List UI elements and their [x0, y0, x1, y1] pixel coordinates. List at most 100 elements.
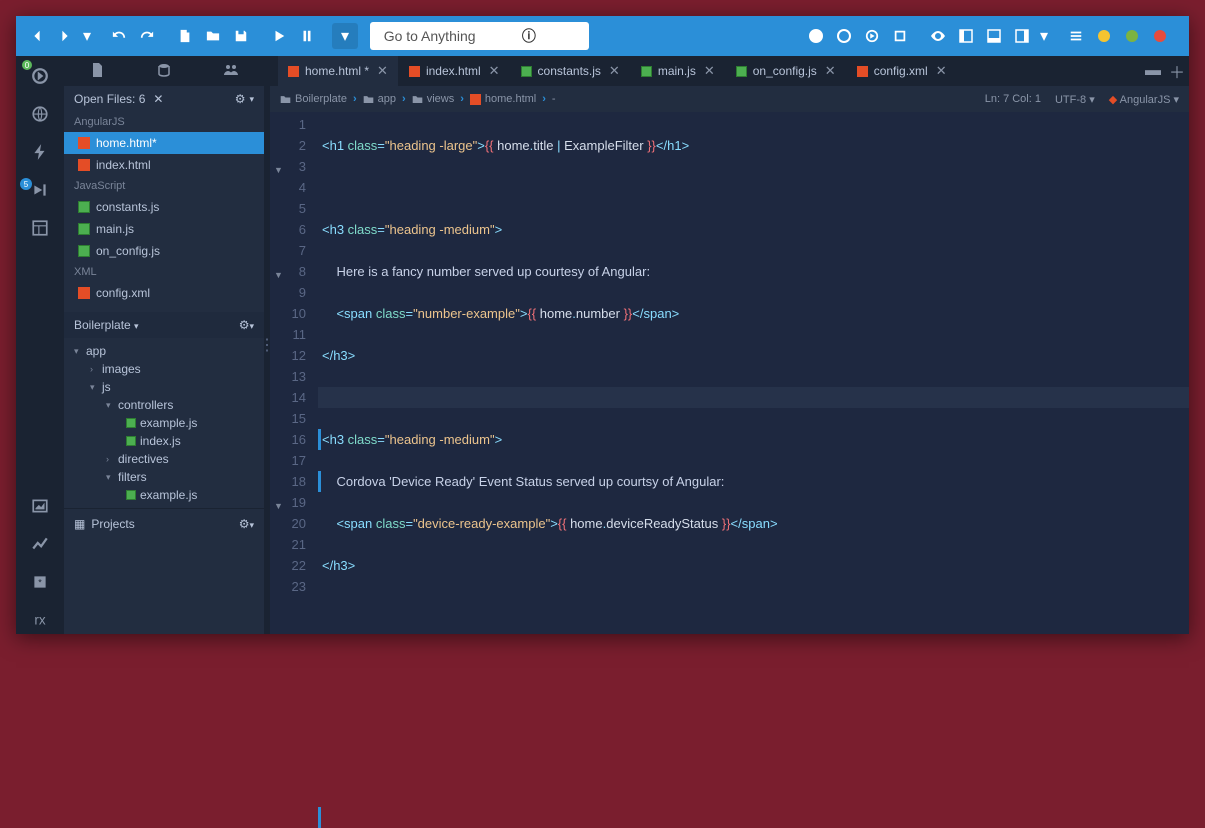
record-pause-button[interactable] [831, 23, 857, 49]
nav-forward-button[interactable] [52, 23, 78, 49]
activity-regex-icon[interactable]: rx [24, 606, 56, 634]
code-editor[interactable]: 12 ▼3 4567 ▼8 9101112 131415161718 ▼19 2… [270, 112, 1189, 634]
run-dropdown-button[interactable]: ▾ [332, 23, 358, 49]
activity-debug-icon[interactable] [24, 176, 56, 204]
category-angular: AngularJS [64, 112, 264, 132]
project-tree-header[interactable]: Boilerplate ▾ ⚙▾ [64, 312, 264, 338]
category-xml: XML [64, 262, 264, 282]
play-button[interactable] [266, 23, 292, 49]
tree-folder-images[interactable]: ›images [64, 360, 264, 378]
activity-notifications-icon[interactable] [24, 62, 56, 90]
sidebar: Open Files: 6 ✕ ⚙▾ AngularJS home.html* … [64, 56, 264, 634]
crumb-views[interactable]: views [412, 93, 455, 105]
tree-folder-controllers[interactable]: ▾controllers [64, 396, 264, 414]
tab-config[interactable]: config.xml✕ [847, 56, 958, 86]
focus-mode-button[interactable] [925, 23, 951, 49]
menu-button[interactable] [1063, 23, 1089, 49]
activity-globe-icon[interactable] [24, 100, 56, 128]
sidebar-view-switcher [64, 56, 264, 86]
tree-file-example[interactable]: example.js [64, 414, 264, 432]
svg-text:*: * [38, 577, 42, 587]
close-icon[interactable]: ✕ [609, 63, 620, 79]
close-icon[interactable]: ✕ [825, 63, 836, 79]
crumb-file[interactable]: home.html [470, 93, 536, 105]
breadcrumb-bar: Boilerplate› app› views› home.html› - Ln… [270, 86, 1189, 112]
category-js: JavaScript [64, 176, 264, 196]
open-file-button[interactable] [200, 23, 226, 49]
file-item-config[interactable]: config.xml [64, 282, 264, 304]
gear-icon[interactable]: ⚙▾ [239, 318, 254, 332]
record-play-button[interactable] [859, 23, 885, 49]
status-position[interactable]: Ln: 7 Col: 1 [985, 93, 1041, 105]
save-button[interactable] [228, 23, 254, 49]
crumb-root[interactable]: Boilerplate [280, 93, 347, 105]
file-item-home[interactable]: home.html* [64, 132, 264, 154]
minimize-button[interactable] [1091, 23, 1117, 49]
ide-window: ▾ ▾ Go to Anything ⓘ [16, 16, 1189, 634]
bottom-pane-button[interactable] [981, 23, 1007, 49]
activity-chart-icon[interactable] [24, 530, 56, 558]
tree-folder-filters[interactable]: ▾filters [64, 468, 264, 486]
tab-list-button[interactable]: ▬ [1141, 56, 1165, 86]
activity-image-icon[interactable] [24, 492, 56, 520]
activity-layout-icon[interactable] [24, 214, 56, 242]
tree-file-indexjs[interactable]: index.js [64, 432, 264, 450]
tab-main[interactable]: main.js✕ [631, 56, 726, 86]
line-gutter: 12 ▼3 4567 ▼8 9101112 131415161718 ▼19 2… [270, 112, 318, 634]
crumb-app[interactable]: app [363, 93, 396, 105]
file-item-main[interactable]: main.js [64, 218, 264, 240]
record-macro-button[interactable] [803, 23, 829, 49]
undo-button[interactable] [106, 23, 132, 49]
editor-tabs: home.html *✕ index.html✕ constants.js✕ m… [270, 56, 1189, 86]
status-encoding[interactable]: UTF-8 ▾ [1055, 93, 1095, 106]
gear-icon[interactable]: ⚙▾ [239, 517, 254, 531]
code-content[interactable]: <h1 class="heading -large">{{ home.title… [318, 112, 1189, 634]
new-file-button[interactable] [172, 23, 198, 49]
sidebar-people-icon[interactable] [223, 62, 239, 81]
file-item-onconfig[interactable]: on_config.js [64, 240, 264, 262]
tree-file-example2[interactable]: example.js [64, 486, 264, 504]
close-icon[interactable]: ✕ [377, 63, 388, 79]
left-pane-button[interactable] [953, 23, 979, 49]
sidebar-db-icon[interactable] [156, 62, 172, 81]
pane-dropdown-button[interactable]: ▾ [1037, 23, 1051, 49]
close-icon[interactable]: ✕ [153, 92, 163, 106]
gear-icon[interactable]: ⚙ [235, 92, 246, 106]
activity-snippet-icon[interactable]: * [24, 568, 56, 596]
tree-folder-app[interactable]: ▾app [64, 342, 264, 360]
goto-anything-input[interactable]: Go to Anything ⓘ [370, 22, 589, 50]
activity-bar: * rx [16, 56, 64, 634]
nav-dropdown-button[interactable]: ▾ [80, 23, 94, 49]
tab-index[interactable]: index.html✕ [399, 56, 511, 86]
activity-bolt-icon[interactable] [24, 138, 56, 166]
file-item-constants[interactable]: constants.js [64, 196, 264, 218]
projects-footer[interactable]: ▦Projects ⚙▾ [64, 508, 264, 539]
tab-home[interactable]: home.html *✕ [278, 56, 399, 86]
tree-folder-js[interactable]: ▾js [64, 378, 264, 396]
tab-onconfig[interactable]: on_config.js✕ [726, 56, 847, 86]
close-icon[interactable]: ✕ [489, 63, 500, 79]
sidebar-files-icon[interactable] [89, 62, 105, 81]
crumb-symbol[interactable]: - [552, 93, 556, 105]
editor-area: home.html *✕ index.html✕ constants.js✕ m… [270, 56, 1189, 634]
project-tree: ▾app ›images ▾js ▾controllers example.js… [64, 338, 264, 508]
close-window-button[interactable] [1147, 23, 1173, 49]
open-files-header[interactable]: Open Files: 6 ✕ ⚙▾ [64, 86, 264, 112]
tree-folder-directives[interactable]: ›directives [64, 450, 264, 468]
file-item-index[interactable]: index.html [64, 154, 264, 176]
close-icon[interactable]: ✕ [704, 63, 715, 79]
svg-text:rx: rx [34, 613, 45, 628]
new-tab-button[interactable]: ＋ [1165, 56, 1189, 86]
main-toolbar: ▾ ▾ Go to Anything ⓘ [16, 16, 1189, 56]
maximize-button[interactable] [1119, 23, 1145, 49]
close-icon[interactable]: ✕ [936, 63, 947, 79]
pause-button[interactable] [294, 23, 320, 49]
right-pane-button[interactable] [1009, 23, 1035, 49]
goto-placeholder: Go to Anything [380, 28, 479, 44]
goto-info-icon: ⓘ [479, 26, 578, 46]
tab-constants[interactable]: constants.js✕ [511, 56, 631, 86]
nav-back-button[interactable] [24, 23, 50, 49]
record-save-button[interactable] [887, 23, 913, 49]
status-language[interactable]: ◆ AngularJS ▾ [1109, 93, 1179, 106]
redo-button[interactable] [134, 23, 160, 49]
